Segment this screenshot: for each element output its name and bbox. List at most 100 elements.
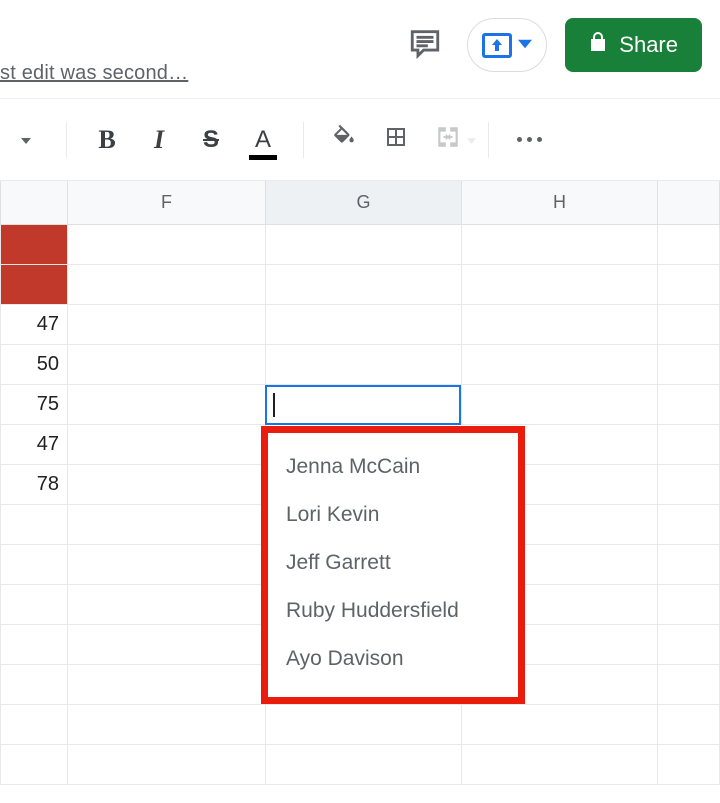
cell[interactable]: 47	[0, 425, 68, 465]
cell[interactable]	[0, 545, 68, 585]
cell[interactable]	[0, 625, 68, 665]
cell[interactable]	[658, 265, 720, 305]
cell[interactable]	[68, 465, 266, 505]
cell[interactable]	[266, 745, 462, 785]
comment-icon	[408, 26, 442, 65]
cell[interactable]	[658, 465, 720, 505]
cell[interactable]	[462, 745, 658, 785]
cell[interactable]	[658, 665, 720, 705]
autocomplete-item[interactable]: Lori Kevin	[268, 491, 518, 539]
cell[interactable]	[658, 385, 720, 425]
text-color-button[interactable]: A	[245, 122, 281, 158]
text-color-icon: A	[255, 126, 271, 154]
present-button[interactable]	[467, 18, 547, 72]
cell[interactable]	[658, 705, 720, 745]
cell[interactable]	[68, 625, 266, 665]
grid-row: 47	[0, 305, 720, 345]
cell[interactable]	[68, 745, 266, 785]
chevron-down-icon	[467, 131, 476, 149]
cell[interactable]: 78	[0, 465, 68, 505]
cell[interactable]	[658, 505, 720, 545]
cell[interactable]	[266, 705, 462, 745]
more-toolbar-button[interactable]	[511, 122, 547, 158]
cell[interactable]	[68, 265, 266, 305]
cell[interactable]	[68, 665, 266, 705]
borders-icon	[384, 125, 408, 154]
cell[interactable]	[266, 225, 462, 265]
column-header-f[interactable]: F	[68, 181, 266, 224]
cell[interactable]	[0, 665, 68, 705]
comments-button[interactable]	[401, 21, 449, 69]
autocomplete-item[interactable]: Ayo Davison	[268, 635, 518, 683]
cell[interactable]	[68, 705, 266, 745]
bold-icon: B	[98, 125, 115, 155]
cell[interactable]	[658, 545, 720, 585]
text-cursor	[273, 393, 275, 417]
fill-color-button[interactable]	[326, 122, 362, 158]
spreadsheet-grid[interactable]: F G H 4750754778 Jenna McCainLori KevinJ…	[0, 181, 720, 785]
merge-cells-button[interactable]	[430, 122, 466, 158]
cell[interactable]	[68, 345, 266, 385]
paint-bucket-icon	[331, 124, 357, 155]
cell[interactable]	[68, 505, 266, 545]
chevron-down-icon	[518, 36, 532, 54]
cell[interactable]	[266, 265, 462, 305]
cell[interactable]	[462, 345, 658, 385]
cell[interactable]	[266, 305, 462, 345]
cell[interactable]	[658, 425, 720, 465]
cell[interactable]: 47	[0, 305, 68, 345]
column-header[interactable]	[0, 181, 68, 224]
autocomplete-item[interactable]: Jeff Garrett	[268, 539, 518, 587]
cell[interactable]	[266, 345, 462, 385]
cell[interactable]	[68, 585, 266, 625]
cell[interactable]	[0, 225, 68, 265]
last-edit-status[interactable]: st edit was second…	[0, 62, 188, 85]
more-horizontal-icon	[517, 137, 542, 142]
strikethrough-button[interactable]: S	[193, 122, 229, 158]
cell[interactable]	[68, 385, 266, 425]
cell[interactable]	[658, 345, 720, 385]
cell[interactable]	[68, 225, 266, 265]
cell[interactable]	[658, 625, 720, 665]
cell[interactable]	[658, 585, 720, 625]
cell[interactable]	[0, 585, 68, 625]
active-cell[interactable]	[265, 385, 461, 425]
text-color-swatch	[249, 155, 277, 160]
grid-row	[0, 225, 720, 265]
cell[interactable]: 50	[0, 345, 68, 385]
cell[interactable]	[0, 705, 68, 745]
share-button[interactable]: Share	[565, 18, 702, 72]
merge-cells-icon	[435, 124, 461, 155]
cell[interactable]	[462, 705, 658, 745]
autocomplete-item[interactable]: Ruby Huddersfield	[268, 587, 518, 635]
toolbar-more-left[interactable]	[8, 122, 44, 158]
cell[interactable]: 75	[0, 385, 68, 425]
cell[interactable]	[68, 305, 266, 345]
cell[interactable]	[0, 745, 68, 785]
grid-row	[0, 745, 720, 785]
cell[interactable]	[658, 745, 720, 785]
cell[interactable]	[0, 505, 68, 545]
column-header-h[interactable]: H	[462, 181, 658, 224]
separator	[488, 122, 489, 158]
autocomplete-dropdown: Jenna McCainLori KevinJeff GarrettRuby H…	[261, 426, 525, 704]
present-icon	[482, 33, 512, 58]
cell[interactable]	[68, 545, 266, 585]
grid-row	[0, 265, 720, 305]
cell[interactable]	[0, 265, 68, 305]
cell[interactable]	[68, 425, 266, 465]
cell[interactable]	[658, 225, 720, 265]
cell[interactable]	[462, 305, 658, 345]
cell[interactable]	[658, 305, 720, 345]
italic-button[interactable]: I	[141, 122, 177, 158]
autocomplete-item[interactable]: Jenna McCain	[268, 443, 518, 491]
cell[interactable]	[462, 265, 658, 305]
cell[interactable]	[462, 225, 658, 265]
borders-button[interactable]	[378, 122, 414, 158]
column-header[interactable]	[658, 181, 720, 224]
column-header-g[interactable]: G	[266, 181, 462, 224]
cell[interactable]	[462, 385, 658, 425]
column-header-row: F G H	[0, 181, 720, 225]
bold-button[interactable]: B	[89, 122, 125, 158]
format-toolbar: B I S A	[0, 99, 720, 181]
